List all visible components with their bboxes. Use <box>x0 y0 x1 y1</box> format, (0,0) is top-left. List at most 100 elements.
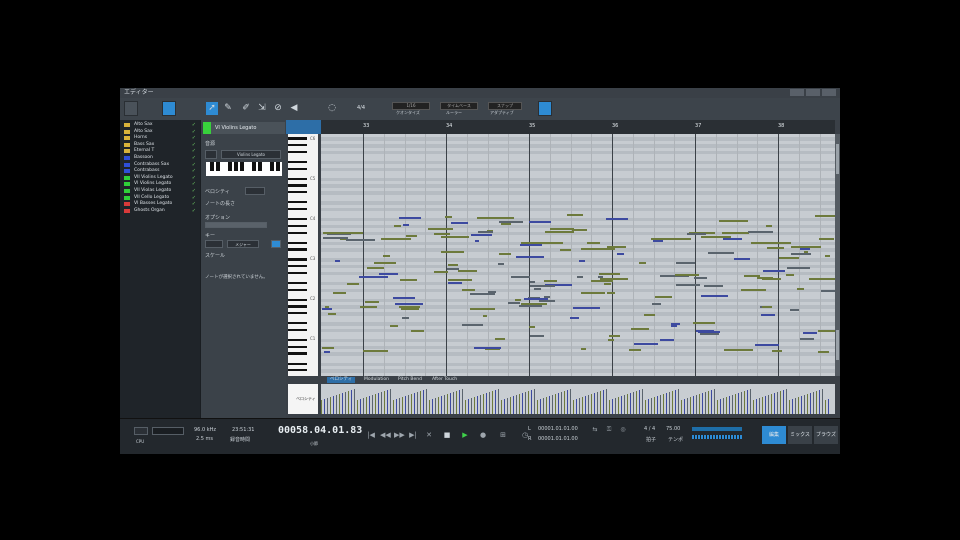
midi-note[interactable] <box>482 315 488 318</box>
midi-note[interactable] <box>461 324 484 327</box>
velocity-bar[interactable] <box>807 394 808 414</box>
rewind-icon[interactable]: ◀◀ <box>380 430 391 440</box>
velocity-bar[interactable] <box>750 389 751 414</box>
time-signature[interactable]: 4 / 4 <box>644 426 655 432</box>
track-visible-check-icon[interactable]: ✓ <box>192 201 196 207</box>
midi-note[interactable] <box>616 252 625 255</box>
edit-view-button[interactable]: 編集 <box>762 426 786 444</box>
midi-note[interactable] <box>323 232 363 234</box>
velocity-bar[interactable] <box>642 389 643 414</box>
velocity-bar[interactable] <box>768 395 769 414</box>
midi-note[interactable] <box>450 221 468 224</box>
velocity-bar[interactable] <box>480 395 481 414</box>
velocity-bar[interactable] <box>663 394 664 414</box>
velocity-bar[interactable] <box>792 399 793 414</box>
midi-note[interactable] <box>761 313 775 316</box>
midi-note[interactable] <box>651 303 661 306</box>
inspector-toggle-button[interactable] <box>124 101 138 116</box>
velocity-bar[interactable] <box>465 400 466 414</box>
midi-note[interactable] <box>698 330 721 333</box>
track-list-item[interactable]: VI Basses Legato ✓ <box>122 201 198 207</box>
velocity-bar[interactable] <box>408 395 409 414</box>
midi-note[interactable] <box>700 294 729 297</box>
midi-note[interactable] <box>608 339 615 342</box>
velocity-bar[interactable] <box>654 397 655 414</box>
velocity-bar[interactable] <box>525 392 526 414</box>
velocity-bar[interactable] <box>369 396 370 414</box>
velocity-bar[interactable] <box>696 395 697 414</box>
instrument-preset-field[interactable]: Violins Legato <box>221 150 281 159</box>
velocity-bar[interactable] <box>567 390 568 414</box>
minimize-button[interactable] <box>790 89 804 96</box>
midi-note[interactable] <box>604 282 612 285</box>
velocity-bar[interactable] <box>414 393 415 414</box>
track-visible-check-icon[interactable]: ✓ <box>192 162 196 168</box>
velocity-bar[interactable] <box>336 395 337 414</box>
midi-note[interactable] <box>362 350 389 353</box>
velocity-bar[interactable] <box>687 398 688 414</box>
velocity-bar[interactable] <box>762 397 763 414</box>
velocity-bar[interactable] <box>675 390 676 414</box>
midi-note[interactable] <box>643 314 655 317</box>
midi-note[interactable] <box>433 270 448 273</box>
midi-note[interactable] <box>718 220 749 223</box>
velocity-bar[interactable] <box>357 400 358 414</box>
midi-note[interactable] <box>521 302 548 305</box>
midi-note[interactable] <box>567 214 583 217</box>
midi-note[interactable] <box>692 322 715 325</box>
track-list-item[interactable]: Ghosts Organ ✓ <box>122 208 198 214</box>
loop-start[interactable]: 00001.01.01.00 <box>538 426 578 432</box>
midi-note[interactable] <box>591 279 614 282</box>
track-list-item[interactable]: Contrabass Sax ✓ <box>122 162 198 168</box>
velocity-bar[interactable] <box>825 400 826 414</box>
midi-note[interactable] <box>494 217 514 220</box>
midi-note[interactable] <box>581 291 606 294</box>
midi-note[interactable] <box>700 332 720 335</box>
midi-note[interactable] <box>818 330 835 333</box>
midi-note[interactable] <box>802 331 818 334</box>
velocity-bar[interactable] <box>801 396 802 414</box>
midi-note[interactable] <box>817 350 829 353</box>
velocity-bar[interactable] <box>798 397 799 414</box>
midi-note[interactable] <box>543 296 551 298</box>
midi-note[interactable] <box>815 214 835 217</box>
velocity-bar[interactable] <box>813 392 814 414</box>
velocity-bar[interactable] <box>453 392 454 414</box>
midi-note[interactable] <box>499 252 512 255</box>
velocity-bar[interactable] <box>669 392 670 414</box>
midi-note[interactable] <box>569 316 580 319</box>
velocity-bar[interactable] <box>609 400 610 414</box>
range-tool-icon[interactable]: ⇲ <box>256 102 268 115</box>
play-icon[interactable]: ▶ <box>460 430 470 440</box>
metronome-icon[interactable]: ⊞ <box>498 430 508 440</box>
midi-note[interactable] <box>598 276 603 279</box>
velocity-bar[interactable] <box>777 392 778 414</box>
velocity-bar[interactable] <box>507 398 508 414</box>
midi-note[interactable] <box>708 251 735 254</box>
velocity-bar[interactable] <box>471 398 472 414</box>
fast-forward-icon[interactable]: ▶▶ <box>394 430 405 440</box>
midi-note[interactable] <box>772 349 783 352</box>
velocity-bar[interactable] <box>771 394 772 414</box>
velocity-bar[interactable] <box>582 397 583 414</box>
track-list-item[interactable]: Bass Sax ✓ <box>122 142 198 148</box>
track-list-item[interactable]: VII Violas Legato ✓ <box>122 188 198 194</box>
velocity-field[interactable] <box>245 187 265 195</box>
note-grid[interactable] <box>321 134 835 376</box>
midi-note[interactable] <box>765 224 773 227</box>
velocity-bar[interactable] <box>438 397 439 414</box>
velocity-bar[interactable] <box>555 394 556 414</box>
midi-note[interactable] <box>790 252 812 255</box>
velocity-bar[interactable] <box>498 389 499 414</box>
velocity-bar[interactable] <box>381 392 382 414</box>
midi-note[interactable] <box>694 277 707 280</box>
midi-note[interactable] <box>564 248 571 251</box>
velocity-bar[interactable] <box>666 393 667 414</box>
midi-note[interactable] <box>447 279 473 282</box>
loop-toggle-icon[interactable]: ✕ <box>424 430 434 440</box>
midi-note[interactable] <box>411 330 425 333</box>
velocity-bar[interactable] <box>333 396 334 414</box>
midi-note[interactable] <box>518 305 543 308</box>
velocity-bar[interactable] <box>513 396 514 414</box>
midi-note[interactable] <box>398 217 422 220</box>
